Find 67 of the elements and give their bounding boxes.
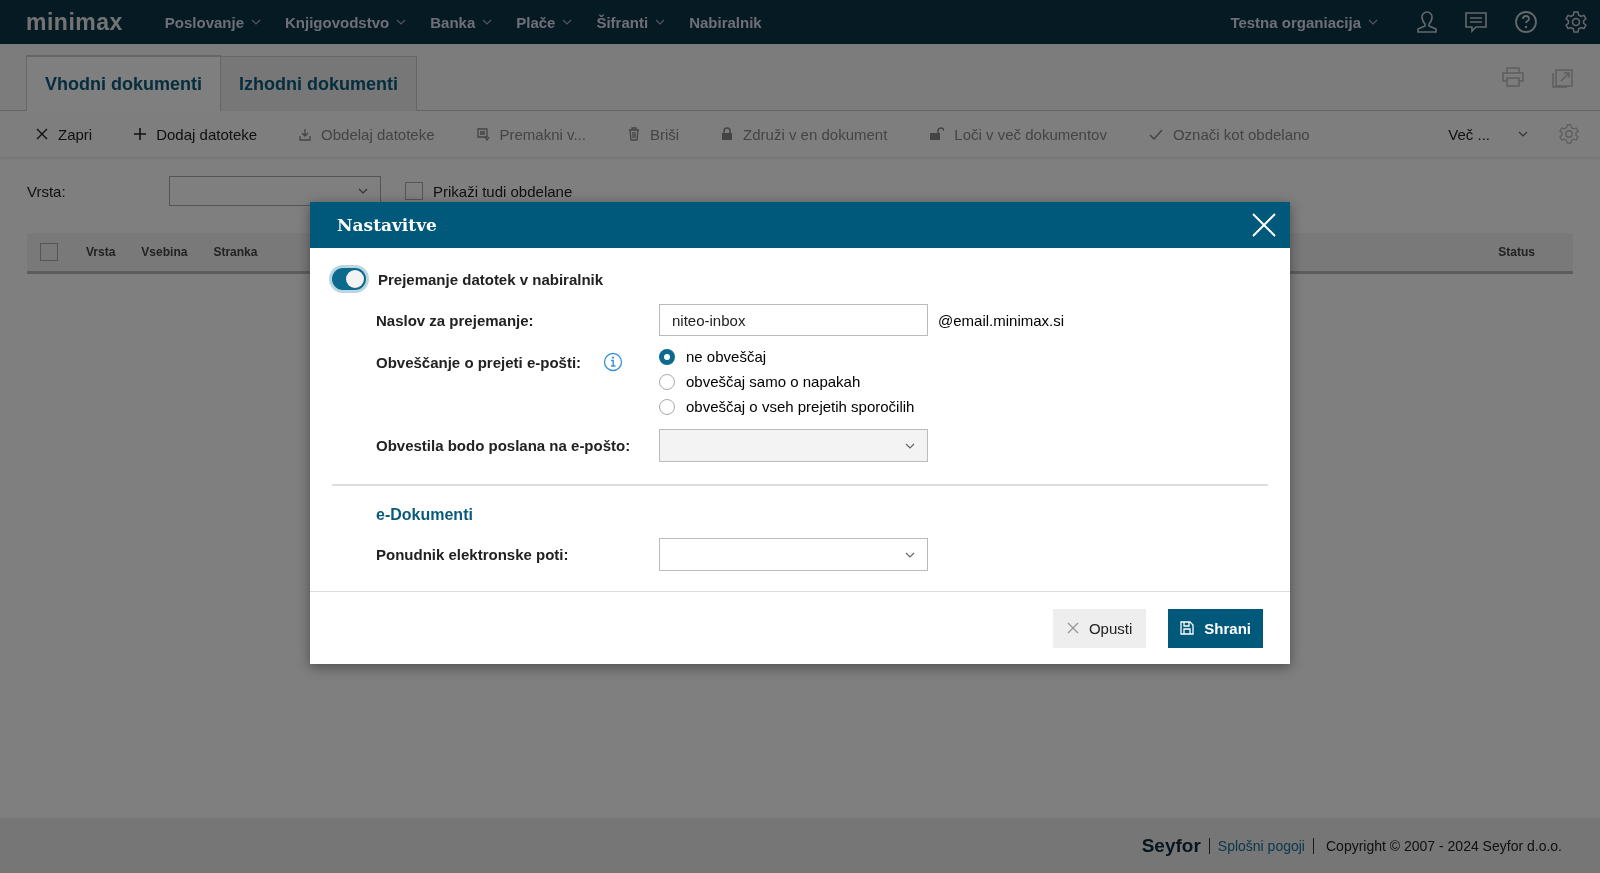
radio-label: ne obveščaj [686, 348, 767, 365]
toggle-switch[interactable] [332, 268, 366, 290]
column-header[interactable]: Status [1498, 245, 1535, 259]
print-icon[interactable] [1502, 67, 1524, 87]
radio-button[interactable] [659, 373, 675, 390]
toggle-label: Prejemanje datotek v nabiralnik [378, 270, 604, 288]
caret-icon [905, 551, 915, 558]
check-icon [1148, 128, 1163, 140]
lock-icon [721, 127, 734, 141]
caret-icon [1368, 19, 1378, 25]
nav-menu-item[interactable]: Nabiralnik [677, 13, 774, 31]
organization-selector[interactable]: Testna organiacija [1218, 13, 1390, 31]
radio-label: obveščaj samo o napakah [686, 373, 861, 390]
settings-icon[interactable] [1558, 123, 1580, 145]
external-link-icon[interactable] [1552, 66, 1574, 88]
radio-button[interactable] [659, 348, 675, 365]
toolbar-button[interactable]: Dodaj datoteke [134, 125, 258, 143]
caret-icon [358, 188, 368, 194]
section-heading: e-Dokumenti [375, 506, 474, 524]
plus-icon [134, 128, 147, 140]
column-header[interactable]: Vsebina [141, 245, 188, 259]
logo[interactable]: minimax [26, 8, 123, 36]
download-icon [299, 127, 312, 141]
close-icon [1066, 622, 1079, 634]
select-all-checkbox[interactable] [40, 243, 58, 261]
logo: Seyfor [1141, 834, 1201, 857]
checkbox[interactable] [405, 182, 423, 200]
save-button[interactable]: Shrani [1168, 608, 1263, 648]
close-icon [36, 128, 48, 140]
caret-icon [905, 442, 915, 449]
settings-icon[interactable] [1564, 10, 1588, 34]
tab[interactable]: Vhodni dokumenti [26, 55, 221, 111]
radio-button[interactable] [659, 398, 675, 415]
nav-menu-item[interactable]: Knjigovodstvo [273, 13, 419, 31]
column-header[interactable]: Vrsta [86, 245, 116, 259]
document-icon [476, 127, 490, 141]
email-domain-text: @email.minimax.si [938, 311, 1065, 329]
help-icon[interactable] [1514, 10, 1538, 34]
checkbox-label: Prikaži tudi obdelane [433, 182, 573, 200]
provider-dropdown[interactable] [659, 538, 928, 571]
nav-menu-item[interactable]: Banka [418, 13, 505, 31]
nav-menu-item[interactable]: Šifranti [584, 13, 678, 31]
nav-menu-item[interactable]: Poslovanje [152, 13, 274, 31]
tab[interactable]: Izhodni dokumenti [220, 56, 417, 111]
dialog-title: Nastavitve [337, 215, 437, 235]
column-header[interactable]: Stranka [213, 245, 258, 259]
radio-label: obveščaj o vseh prejetih sporočilih [686, 398, 915, 415]
more-menu-button[interactable]: Več ... [1448, 125, 1528, 143]
toolbar-button[interactable]: Zapri [36, 125, 93, 143]
field-label: Ponudnik elektronske poti: [376, 546, 570, 563]
address-input-field[interactable]: niteo-inbox [659, 304, 928, 336]
trash-icon [627, 127, 640, 141]
nav-menu-item[interactable]: Plače [504, 13, 585, 31]
cancel-button[interactable]: Opusti [1052, 608, 1147, 648]
field-label: Obveščanje o prejeti e-pošti: [376, 353, 582, 371]
field-label: Obvestila bodo poslana na e-pošto: [376, 437, 632, 454]
user-icon[interactable] [1416, 10, 1438, 34]
field-label: Naslov za prejemanje: [376, 311, 535, 329]
info-icon[interactable] [603, 352, 624, 372]
filter-label: Vrsta: [27, 182, 67, 200]
save-icon [1180, 621, 1195, 635]
copyright-text: Copyright © 2007 - 2024 Seyfor d.o.o. [1326, 837, 1562, 854]
terms-link[interactable]: Splošni pogoji [1217, 837, 1305, 854]
close-icon[interactable] [1252, 213, 1276, 237]
chat-icon[interactable] [1464, 11, 1488, 33]
unlock-icon [929, 127, 945, 141]
caret-icon [1518, 131, 1528, 137]
